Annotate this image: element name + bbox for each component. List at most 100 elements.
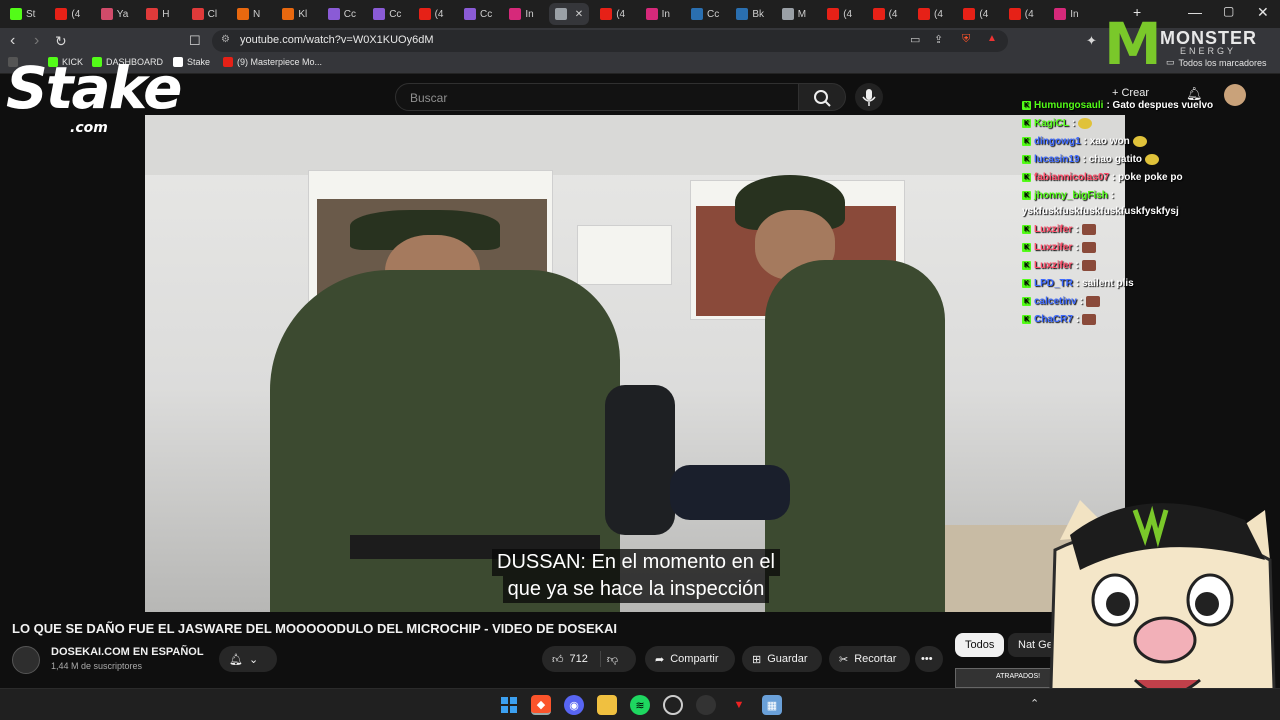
chat-text: : <box>1075 242 1079 253</box>
chat-emote-icon <box>1132 136 1147 147</box>
tab-label: St <box>26 8 36 20</box>
browser-tab[interactable]: (4 <box>918 3 943 25</box>
obs-icon[interactable] <box>696 695 716 715</box>
url-text[interactable]: youtube.com/watch?v=W0X1KUOy6dM <box>240 34 434 46</box>
more-icon: ••• <box>921 653 933 665</box>
browser-tab[interactable]: Cc <box>327 3 356 25</box>
subscribe-bell-button[interactable]: 🔔︎ ⌄ <box>219 646 277 672</box>
like-count: 712 <box>569 653 588 665</box>
forward-icon[interactable]: › <box>34 32 39 50</box>
tab-label: Ya <box>116 8 129 20</box>
chat-text: : <box>1110 190 1115 201</box>
chevron-up-icon[interactable]: ⌃ <box>1030 697 1039 710</box>
browser-tab[interactable]: (4 <box>827 3 852 25</box>
back-icon[interactable]: ‹ <box>10 32 15 50</box>
cast-icon[interactable]: ▭ <box>910 33 920 46</box>
chip-todos[interactable]: Todos <box>955 633 1005 657</box>
folder-icon: ▭ <box>1166 57 1175 67</box>
share-button[interactable]: ➦ Compartir <box>645 646 735 672</box>
chat-username: ChaCR7 <box>1034 314 1073 325</box>
video-player[interactable] <box>145 115 1125 612</box>
address-bar[interactable]: ⚙ youtube.com/watch?v=W0X1KUOy6dM ▭ ⇪ ⛨ … <box>212 30 1008 52</box>
tab-favicon-icon <box>1054 8 1067 20</box>
maximize-button[interactable]: ▢ <box>1223 4 1234 18</box>
channel-avatar[interactable] <box>12 646 40 674</box>
browser-tab[interactable]: St <box>10 3 35 25</box>
recommended-thumbnail[interactable]: ATRAPADOS! <box>955 668 1051 688</box>
chat-message: Kjhonny_bigFish: <box>1022 190 1114 201</box>
browser-tab[interactable]: (4 <box>418 3 444 25</box>
create-button[interactable]: + Crear <box>1112 87 1149 99</box>
brave-browser-icon[interactable]: ◆ <box>531 695 551 715</box>
calculator-icon[interactable]: ▦ <box>762 695 782 715</box>
tab-favicon-icon <box>736 8 749 20</box>
browser-tab[interactable]: M <box>781 3 806 25</box>
tab-favicon-icon <box>918 8 930 20</box>
reload-icon[interactable]: ↻ <box>55 32 67 50</box>
windows-start-icon[interactable] <box>499 695 519 715</box>
tab-label: In <box>525 8 534 20</box>
voice-search-button[interactable] <box>855 83 883 111</box>
spotify-icon[interactable]: ≋ <box>630 695 650 715</box>
tab-favicon-icon <box>645 8 658 20</box>
browser-tab[interactable]: Ya <box>100 3 129 25</box>
browser-tab[interactable]: In <box>509 3 534 25</box>
browser-tab[interactable]: (4 <box>872 3 898 25</box>
search-input[interactable]: Buscar <box>395 83 799 111</box>
browser-tab[interactable]: ✕ <box>548 3 590 25</box>
browser-tab[interactable]: (4 <box>1008 3 1034 25</box>
browser-tab[interactable]: (4 <box>600 3 625 25</box>
all-bookmarks[interactable]: ▭ Todos los marcadores <box>1166 57 1267 68</box>
chat-username: Humungosauli <box>1034 100 1104 111</box>
browser-tab[interactable]: In <box>645 3 670 25</box>
more-actions-button[interactable]: ••• <box>915 646 943 672</box>
search-icon <box>814 90 831 107</box>
browser-tab[interactable]: (4 <box>55 3 80 25</box>
tab-favicon-icon <box>600 8 613 20</box>
search-button[interactable] <box>798 83 846 111</box>
share-label: Compartir <box>670 653 719 665</box>
channel-name[interactable]: DOSEKAI.COM EN ESPAÑOL <box>51 646 204 658</box>
brave-rewards-icon[interactable]: ▲ <box>987 33 997 44</box>
tab-label: Cc <box>707 8 720 20</box>
video-ceiling <box>145 115 1125 175</box>
scissors-icon: ✂ <box>839 653 849 666</box>
account-avatar[interactable] <box>1224 84 1246 106</box>
browser-tab[interactable]: Bk <box>736 3 764 25</box>
backpack <box>605 385 675 535</box>
cat-pupil-left <box>1106 592 1130 616</box>
close-tab-icon[interactable]: ✕ <box>575 9 583 20</box>
youtube-icon <box>223 57 233 67</box>
chat-message: Klucasin19: chao gatito <box>1022 154 1160 165</box>
browser-tab[interactable]: Cc <box>464 3 492 25</box>
steam-icon[interactable] <box>663 695 683 715</box>
browser-tab[interactable]: Cc <box>691 3 719 25</box>
bookmark-youtube[interactable]: (9) Masterpiece Mo... <box>223 57 322 67</box>
browser-tab[interactable]: H <box>146 3 169 25</box>
extensions-icon[interactable]: ✦ <box>1086 32 1097 50</box>
site-info-icon[interactable]: ⚙ <box>221 34 230 45</box>
close-window-button[interactable]: ✕ <box>1257 4 1269 21</box>
tab-favicon-icon <box>191 8 204 20</box>
save-button[interactable]: ⊞ Guardar <box>742 646 822 672</box>
browser-tab[interactable]: (4 <box>963 3 988 25</box>
like-button[interactable]: 👍︎ 712 👎︎ <box>542 646 636 672</box>
minimize-button[interactable]: — <box>1188 4 1202 20</box>
browser-tab[interactable]: Kl <box>282 3 307 25</box>
tab-favicon-icon <box>146 8 159 20</box>
stake-wordmark: Stake <box>6 54 182 122</box>
clip-button[interactable]: ✂ Recortar <box>829 646 910 672</box>
bookmark-icon[interactable]: ☐ <box>189 32 201 50</box>
browser-tab[interactable]: N <box>237 3 260 25</box>
app-icon[interactable]: ▼ <box>729 695 749 715</box>
browser-tab[interactable]: Cc <box>373 3 401 25</box>
chat-username: Luxzifer <box>1034 224 1073 235</box>
browser-tab[interactable]: In <box>1054 3 1079 25</box>
thumbs-down-icon[interactable]: 👎︎ <box>607 653 618 666</box>
file-explorer-icon[interactable] <box>597 695 617 715</box>
browser-tab[interactable]: Cl <box>191 3 217 25</box>
brave-shield-icon[interactable]: ⛨ <box>962 33 970 46</box>
discord-icon[interactable]: ◉ <box>564 695 584 715</box>
share-icon[interactable]: ⇪ <box>934 33 943 46</box>
chat-text: : Gato despues vuelvo <box>1106 100 1214 111</box>
